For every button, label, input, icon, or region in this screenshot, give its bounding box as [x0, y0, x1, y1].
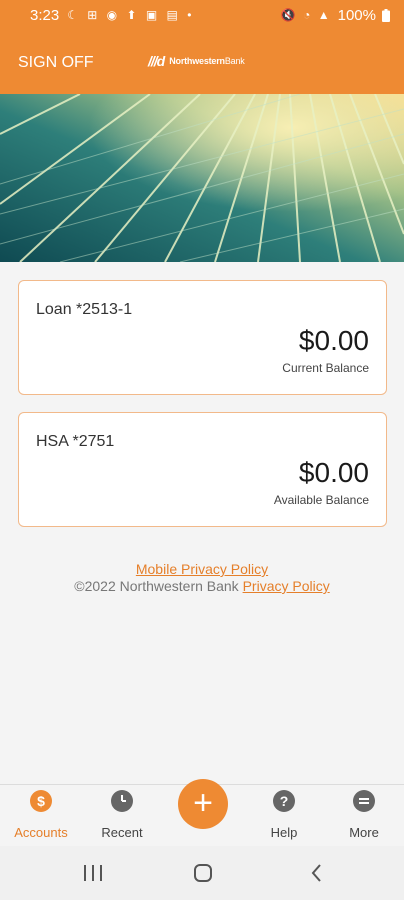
bottom-navigation: $ Accounts Recent + ? Help More: [0, 779, 404, 847]
back-button[interactable]: [302, 861, 332, 885]
balance-label: Available Balance: [273, 493, 369, 507]
bank-logo: ///d NorthwesternBank: [148, 53, 245, 69]
system-icons: 🔇 ◔ ▲: [280, 8, 332, 22]
nav-recent[interactable]: Recent: [82, 785, 162, 847]
account-balance: $0.00: [298, 325, 369, 356]
sign-off-button[interactable]: SIGN OFF: [18, 54, 94, 72]
logo-text: NorthwesternBank: [169, 56, 245, 66]
battery-icon: [382, 8, 390, 22]
home-button[interactable]: [188, 861, 218, 885]
glass-building-image: [0, 94, 404, 262]
system-navigation-bar: [0, 846, 404, 900]
home-icon: [194, 864, 212, 882]
accounts-icon: $: [30, 790, 52, 812]
app-header: SIGN OFF ///d NorthwesternBank: [0, 30, 404, 94]
header-banner-image: [0, 94, 404, 262]
nav-accounts-label: Accounts: [14, 825, 68, 840]
add-button[interactable]: +: [178, 779, 228, 829]
nav-recent-label: Recent: [101, 825, 143, 840]
logo-text-light: Bank: [224, 56, 245, 66]
account-card-hsa[interactable]: HSA *2751 $0.00 Available Balance: [18, 412, 387, 527]
balance-label: Current Balance: [282, 361, 369, 375]
logo-text-bold: Northwestern: [169, 56, 225, 66]
help-icon: ?: [273, 790, 295, 812]
account-balance: $0.00: [298, 457, 369, 488]
back-icon: [311, 864, 321, 882]
nav-help[interactable]: ? Help: [244, 785, 324, 847]
notification-icons: ☾ ⊞ ◉ ⬆ ▣ ▤ •: [67, 8, 195, 22]
account-name: HSA *2751: [36, 433, 115, 450]
nav-more[interactable]: More: [324, 785, 404, 847]
recent-apps-button[interactable]: [78, 861, 108, 885]
privacy-policy-link[interactable]: Privacy Policy: [243, 578, 330, 594]
battery-level: 100%: [337, 6, 376, 24]
account-name: Loan *2513-1: [36, 301, 133, 318]
status-right: 🔇 ◔ ▲ 100%: [281, 7, 390, 24]
footer-links: Mobile Privacy Policy ©2022 Northwestern…: [0, 561, 404, 595]
nav-help-label: Help: [270, 825, 298, 840]
more-icon: [353, 790, 375, 812]
nav-accounts[interactable]: $ Accounts: [1, 785, 81, 847]
logo-mark: ///d: [148, 53, 165, 69]
clock-icon: [111, 790, 133, 812]
recent-apps-icon: [84, 865, 102, 881]
status-time: 3:23: [30, 6, 60, 24]
account-card-loan[interactable]: Loan *2513-1 $0.00 Current Balance: [18, 280, 387, 395]
copyright-text: ©2022 Northwestern Bank: [74, 578, 239, 594]
nav-more-label: More: [349, 825, 379, 840]
status-bar: 3:23 ☾ ⊞ ◉ ⬆ ▣ ▤ • 🔇 ◔ ▲ 100%: [0, 0, 404, 30]
mobile-privacy-policy-link[interactable]: Mobile Privacy Policy: [136, 561, 268, 577]
